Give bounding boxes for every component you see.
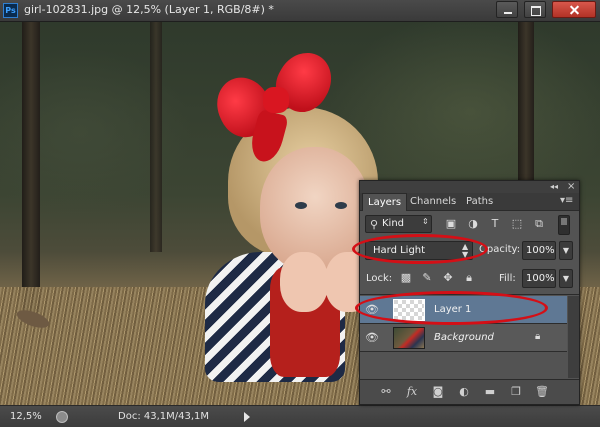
new-layer-icon[interactable]: ❐ bbox=[508, 385, 524, 399]
eye-visibility-icon[interactable]: 👁︎ bbox=[365, 332, 379, 344]
tab-paths[interactable]: Paths bbox=[461, 193, 498, 211]
type-filter-icon[interactable]: T bbox=[488, 217, 502, 231]
adjustment-icon[interactable]: ◐ bbox=[456, 385, 472, 399]
opacity-dropdown-icon[interactable]: ▼ bbox=[559, 241, 573, 260]
status-bar: 12,5% Doc: 43,1M/43,1M bbox=[0, 405, 600, 427]
link-icon[interactable]: ⚯ bbox=[378, 385, 394, 399]
tab-channels[interactable]: Channels bbox=[405, 193, 461, 211]
blend-mode-value: Hard Light bbox=[373, 245, 426, 256]
blend-mode-select[interactable]: Hard Light ▲ ▼ bbox=[365, 241, 473, 260]
folder-icon[interactable]: ▬ bbox=[482, 385, 498, 399]
eye-visibility-icon[interactable]: 👁︎ bbox=[365, 304, 379, 316]
kind-filter-select[interactable]: ⚲ Kind ⇕ bbox=[365, 215, 432, 233]
girl-eye bbox=[335, 202, 347, 209]
shape-filter-icon[interactable]: ⬚ bbox=[510, 217, 524, 231]
status-menu-arrow-icon[interactable] bbox=[244, 412, 250, 422]
layer-thumbnail bbox=[393, 327, 425, 349]
maximize-button[interactable] bbox=[524, 1, 546, 18]
panel-menu-icon[interactable]: ▾≡ bbox=[560, 195, 573, 206]
background-tree bbox=[22, 22, 40, 312]
search-icon: ⚲ bbox=[370, 218, 379, 231]
layer-row-background[interactable]: 👁︎ Background 🔒︎ bbox=[360, 324, 567, 352]
lock-icon: 🔒︎ bbox=[535, 331, 541, 342]
opacity-label: Opacity: bbox=[479, 244, 521, 255]
red-hair-bow bbox=[207, 43, 342, 166]
panel-header[interactable]: ◂◂ × bbox=[360, 181, 579, 193]
lock-paint-icon[interactable]: ✎ bbox=[420, 271, 434, 285]
lock-label: Lock: bbox=[366, 273, 393, 284]
bow-knot bbox=[263, 87, 289, 113]
collapse-icon[interactable]: ◂◂ bbox=[550, 182, 558, 191]
zoom-icon bbox=[56, 411, 68, 423]
opacity-input[interactable]: 100% bbox=[522, 241, 556, 260]
adjustment-filter-icon[interactable]: ◑ bbox=[466, 217, 480, 231]
fill-value: 100% bbox=[526, 273, 555, 284]
layer-list: 👁︎ Layer 1 👁︎ Background 🔒︎ bbox=[360, 294, 579, 378]
lock-all-icon[interactable]: 🔒︎ bbox=[462, 271, 476, 285]
layer-name: Layer 1 bbox=[434, 304, 472, 315]
fill-dropdown-icon[interactable]: ▼ bbox=[559, 269, 573, 288]
minimize-button[interactable] bbox=[496, 1, 518, 18]
trash-icon[interactable]: 🗑︎ bbox=[534, 385, 550, 399]
pixel-layer-filter-icon[interactable]: ▣ bbox=[444, 217, 458, 231]
mask-icon[interactable]: ◙ bbox=[430, 385, 446, 399]
background-tree bbox=[150, 22, 162, 252]
panel-footer: ⚯ fx ◙ ◐ ▬ ❐ 🗑︎ bbox=[360, 379, 579, 404]
panel-tabs: Layers Channels Paths ▾≡ bbox=[360, 193, 579, 211]
panel-close-icon[interactable]: × bbox=[567, 181, 575, 192]
girl-hand bbox=[280, 252, 328, 312]
photoshop-logo-icon: Ps bbox=[3, 3, 18, 18]
close-button[interactable] bbox=[552, 1, 596, 18]
opacity-value: 100% bbox=[526, 245, 555, 256]
lock-transparency-icon[interactable]: ▩ bbox=[399, 271, 413, 285]
layer-name: Background bbox=[434, 332, 494, 343]
zoom-level[interactable]: 12,5% bbox=[10, 411, 42, 422]
layer-row-layer-1[interactable]: 👁︎ Layer 1 bbox=[360, 296, 567, 324]
updown-caret-icon: ▲ ▼ bbox=[462, 242, 469, 259]
document-info: Doc: 43,1M/43,1M bbox=[118, 411, 210, 422]
layer-list-scrollbar[interactable] bbox=[568, 296, 579, 378]
title-bar: Ps girl-102831.jpg @ 12,5% (Layer 1, RGB… bbox=[0, 0, 600, 22]
filter-toggle[interactable] bbox=[558, 215, 570, 235]
tab-layers[interactable]: Layers bbox=[362, 193, 408, 211]
fill-label: Fill: bbox=[499, 273, 516, 284]
fill-input[interactable]: 100% bbox=[522, 269, 556, 288]
girl-eye bbox=[295, 202, 307, 209]
document-title: girl-102831.jpg @ 12,5% (Layer 1, RGB/8#… bbox=[24, 3, 274, 16]
layers-panel: ◂◂ × Layers Channels Paths ▾≡ ⚲ Kind ⇕ ▣… bbox=[359, 180, 580, 405]
updown-caret-icon: ⇕ bbox=[422, 217, 429, 226]
layer-thumbnail bbox=[393, 299, 425, 321]
fx-icon[interactable]: fx bbox=[404, 385, 420, 399]
kind-filter-label: Kind bbox=[382, 218, 405, 229]
lock-position-icon[interactable]: ✥ bbox=[441, 271, 455, 285]
smart-object-filter-icon[interactable]: ⧉ bbox=[532, 217, 546, 231]
